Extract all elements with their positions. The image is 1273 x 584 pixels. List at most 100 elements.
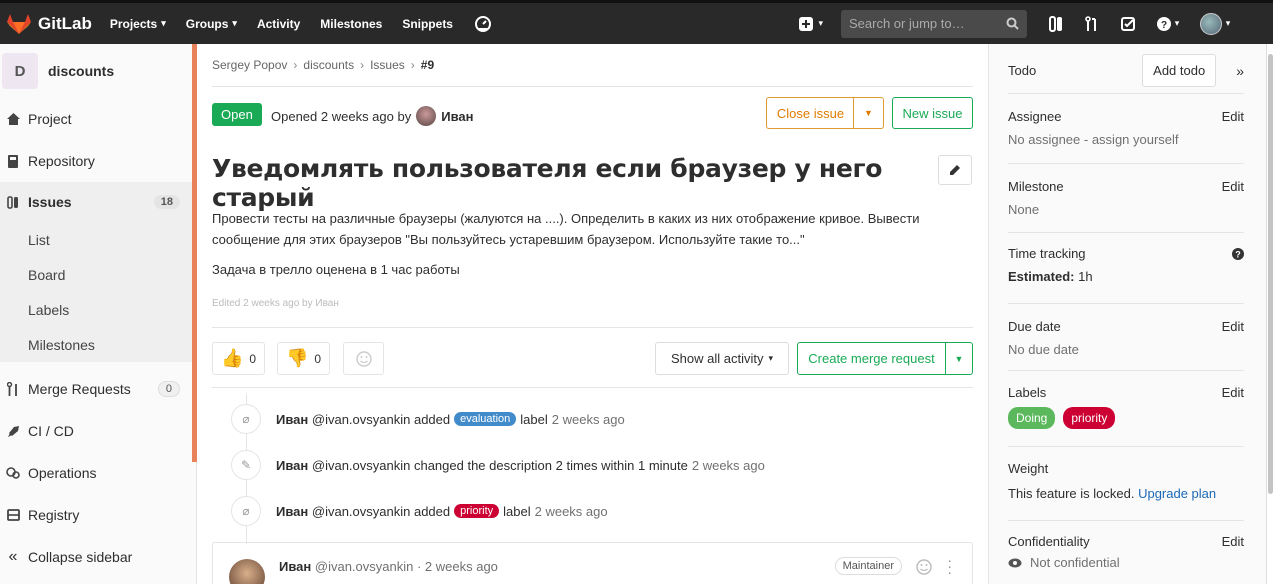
label-doing[interactable]: Doing — [1008, 407, 1056, 429]
collapse-right-sidebar-icon[interactable]: » — [1236, 63, 1244, 79]
sidebar-item-merge-requests[interactable]: Merge Requests 0 — [0, 368, 196, 410]
note-time[interactable]: 2 weeks ago — [535, 504, 608, 519]
author-avatar[interactable] — [416, 106, 437, 126]
label-evaluation[interactable]: evaluation — [454, 412, 517, 426]
milestone-value: None — [1008, 202, 1040, 217]
note-author[interactable]: Иван — [276, 412, 308, 427]
issues-icon[interactable] — [1045, 14, 1067, 34]
chevron-down-icon: ▾ — [818, 18, 823, 28]
estimated-label: Estimated: — [1008, 269, 1075, 284]
note-handle[interactable]: @ivan.ovsyankin — [312, 458, 410, 473]
collapse-sidebar-button[interactable]: « Collapse sidebar — [0, 536, 196, 578]
close-issue-dropdown[interactable]: ▼ — [853, 97, 884, 129]
sidebar-item-repository[interactable]: Repository — [0, 140, 196, 182]
project-avatar: D — [2, 53, 38, 89]
sidebar-item-registry[interactable]: Registry — [0, 494, 196, 536]
new-issue-button[interactable]: New issue — [892, 97, 973, 129]
breadcrumb-current[interactable]: #9 — [421, 58, 434, 72]
note-author[interactable]: Иван — [276, 458, 308, 473]
note-handle[interactable]: @ivan.ovsyankin — [312, 412, 410, 427]
sidebar-item-operations[interactable]: Operations — [0, 452, 196, 494]
issue-main-content: Sergey Popov › discounts › Issues › #9 Open… — [197, 44, 987, 584]
add-todo-button[interactable]: Add todo — [1142, 54, 1217, 87]
search-input[interactable]: Search or jump to… — [841, 9, 1027, 38]
sidebar-subitem-board[interactable]: Board — [0, 257, 196, 292]
merge-requests-count-badge: 0 — [157, 381, 180, 397]
nav-milestones[interactable]: Milestones — [320, 17, 382, 31]
assignee-value[interactable]: No assignee - assign yourself — [1008, 132, 1244, 147]
note-action: changed the description 2 times within 1… — [413, 457, 688, 473]
eye-icon — [1008, 558, 1022, 567]
nav-snippets[interactable]: Snippets — [402, 17, 453, 31]
comment-time[interactable]: · 2 weeks ago — [417, 559, 498, 574]
sidebar-item-project[interactable]: Project — [0, 98, 196, 140]
sidebar-subitem-milestones[interactable]: Milestones — [0, 327, 196, 362]
more-actions-icon[interactable]: · · · — [947, 553, 952, 579]
system-note: ✎ Иван @ivan.ovsyankin changed the descr… — [231, 450, 765, 480]
nav-snippets-label: Snippets — [402, 16, 453, 31]
smiley-icon — [916, 559, 932, 575]
comment-avatar[interactable] — [229, 559, 265, 584]
sidebar-subitem-list[interactable]: List — [0, 222, 196, 257]
sidebar-item-ci-cd[interactable]: CI / CD — [0, 410, 196, 452]
help-icon[interactable]: ? ▾ — [1153, 14, 1183, 34]
breadcrumb-issues[interactable]: Issues — [370, 58, 405, 72]
upgrade-plan-link[interactable]: Upgrade plan — [1138, 486, 1216, 501]
gitlab-logo[interactable]: GitLab — [6, 13, 92, 35]
issue-description-line2: Задача в трелло оценена в 1 час работы — [212, 262, 460, 277]
brand-name: GitLab — [38, 13, 92, 33]
nav-activity[interactable]: Activity — [257, 17, 300, 31]
due-date-edit-link[interactable]: Edit — [1222, 319, 1244, 334]
scrollbar-thumb[interactable] — [1268, 54, 1273, 494]
nav-projects[interactable]: Projects ▾ — [110, 17, 166, 31]
home-icon — [6, 112, 20, 126]
breadcrumb-owner[interactable]: Sergey Popov — [212, 58, 287, 72]
smiley-icon — [355, 350, 372, 367]
note-time[interactable]: 2 weeks ago — [552, 412, 625, 427]
close-issue-button[interactable]: Close issue — [766, 97, 854, 129]
chevron-down-icon: ▾ — [1174, 18, 1180, 28]
new-dropdown-button[interactable]: ▾ — [799, 16, 823, 31]
label-priority[interactable]: priority — [1063, 407, 1116, 429]
page-scrollbar[interactable] — [1266, 44, 1273, 584]
milestone-edit-link[interactable]: Edit — [1222, 179, 1244, 194]
merge-request-icon[interactable] — [1081, 14, 1103, 34]
create-merge-request-split-button: Create merge request ▼ — [797, 342, 973, 375]
divider — [1008, 446, 1244, 447]
add-reaction-button[interactable] — [343, 342, 384, 375]
sidebar-item-issues[interactable]: Issues 18 — [0, 182, 196, 222]
rocket-icon — [6, 424, 20, 438]
todo-check-icon[interactable] — [1117, 14, 1139, 34]
due-date-section: Due date Edit No due date — [1008, 319, 1244, 357]
activity-filter-dropdown[interactable]: Show all activity ▾ — [655, 342, 789, 375]
labels-edit-link[interactable]: Edit — [1222, 385, 1244, 400]
edit-title-button[interactable] — [938, 155, 972, 185]
issues-count-badge: 18 — [153, 195, 180, 209]
issue-title: Уведомлять пользователя если браузер у н… — [212, 154, 883, 212]
help-icon[interactable]: ? — [1232, 247, 1244, 260]
create-merge-request-button[interactable]: Create merge request — [798, 343, 946, 374]
comment-handle[interactable]: @ivan.ovsyankin — [315, 559, 413, 574]
confidentiality-edit-link[interactable]: Edit — [1222, 534, 1244, 549]
author-name[interactable]: Иван — [441, 109, 473, 124]
comment-reaction-button[interactable] — [916, 559, 932, 578]
create-merge-request-dropdown[interactable]: ▼ — [946, 354, 972, 364]
thumbs-up-award[interactable]: 👍 0 — [212, 342, 266, 375]
nav-groups[interactable]: Groups ▾ — [186, 17, 237, 31]
confidentiality-title: Confidentiality — [1008, 534, 1090, 549]
gitlab-fox-icon — [7, 13, 31, 34]
project-header[interactable]: D discounts — [0, 44, 196, 98]
user-menu[interactable]: ▾ — [1197, 12, 1233, 35]
note-author[interactable]: Иван — [276, 504, 308, 519]
confidentiality-section: Confidentiality Edit Not confidential — [1008, 534, 1244, 570]
gauge-icon[interactable] — [473, 14, 493, 34]
thumbs-down-award[interactable]: 👎 0 — [277, 342, 331, 375]
label-priority[interactable]: priority — [454, 504, 500, 518]
note-handle[interactable]: @ivan.ovsyankin — [312, 504, 410, 519]
sidebar-subitem-labels[interactable]: Labels — [0, 292, 196, 327]
breadcrumb-project[interactable]: discounts — [303, 58, 354, 72]
activity-filter-label: Show all activity — [670, 351, 764, 366]
comment-author[interactable]: Иван — [279, 559, 311, 574]
assignee-edit-link[interactable]: Edit — [1222, 109, 1244, 124]
note-time[interactable]: 2 weeks ago — [692, 458, 765, 473]
